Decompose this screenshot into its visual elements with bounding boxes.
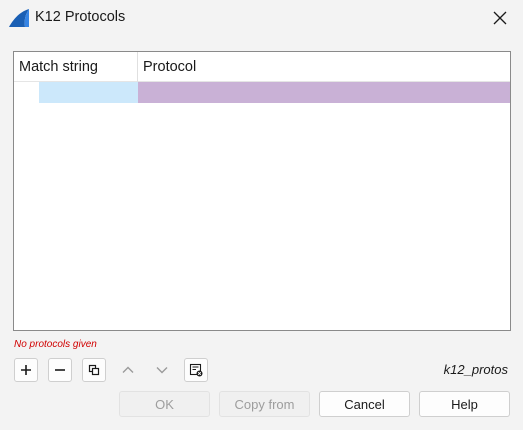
- error-message: No protocols given: [14, 339, 97, 350]
- protocols-table[interactable]: Match string Protocol: [13, 51, 511, 331]
- close-button[interactable]: [477, 0, 523, 36]
- move-down-button[interactable]: [150, 358, 174, 382]
- column-header-match-string[interactable]: Match string: [19, 52, 98, 82]
- match-string-cell[interactable]: [39, 82, 138, 103]
- ok-button[interactable]: OK: [119, 391, 210, 417]
- chevron-down-icon: [156, 367, 168, 374]
- window-title: K12 Protocols: [35, 9, 126, 25]
- chevron-up-icon: [122, 366, 134, 373]
- close-icon: [493, 11, 507, 25]
- uat-filename: k12_protos: [443, 362, 508, 377]
- minus-icon: [55, 369, 65, 371]
- move-up-button[interactable]: [116, 358, 140, 382]
- cancel-button[interactable]: Cancel: [319, 391, 410, 417]
- copy-button[interactable]: [82, 358, 106, 382]
- protocol-cell[interactable]: [138, 82, 510, 103]
- column-divider[interactable]: [137, 52, 138, 82]
- copy-icon: [88, 364, 100, 376]
- wireshark-fin-icon: [8, 8, 30, 28]
- k12-protocols-dialog: K12 Protocols Match string Protocol No p…: [0, 0, 523, 430]
- clear-button[interactable]: [184, 358, 208, 382]
- clear-list-icon: [189, 363, 203, 377]
- table-row[interactable]: [14, 82, 510, 103]
- help-button[interactable]: Help: [419, 391, 510, 417]
- table-header: Match string Protocol: [14, 52, 510, 82]
- add-button[interactable]: [14, 358, 38, 382]
- remove-button[interactable]: [48, 358, 72, 382]
- copy-from-button[interactable]: Copy from: [219, 391, 310, 417]
- plus-icon: [21, 365, 31, 375]
- title-bar: K12 Protocols: [0, 0, 523, 36]
- column-header-protocol[interactable]: Protocol: [143, 52, 196, 82]
